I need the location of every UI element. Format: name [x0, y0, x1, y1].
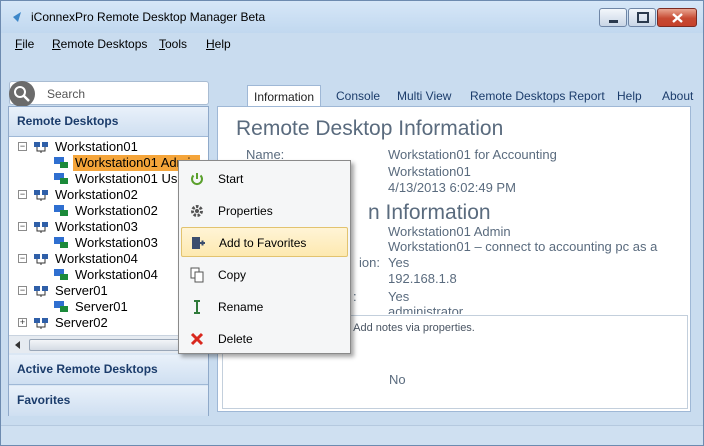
network-group-icon	[34, 286, 48, 297]
tab-multi-view[interactable]: Multi View	[391, 85, 457, 107]
context-menu-start[interactable]: Start	[181, 164, 348, 194]
context-menu-delete[interactable]: Delete	[181, 324, 348, 354]
field3-label: ion:	[359, 255, 380, 270]
collapse-icon[interactable]: −	[18, 190, 27, 199]
ip-address-value: 192.168.1.8	[388, 271, 457, 286]
copy-icon	[190, 267, 204, 283]
network-group-icon	[34, 254, 48, 265]
remote-desktops-header[interactable]: Remote Desktops	[9, 107, 208, 137]
collapse-icon[interactable]: −	[18, 286, 27, 295]
tree-node[interactable]: − Workstation01	[9, 139, 208, 155]
tab-remote-desktops-report[interactable]: Remote Desktops Report	[464, 85, 611, 107]
gear-icon	[191, 205, 203, 217]
network-group-icon	[34, 142, 48, 153]
section-title: Remote Desktop Information	[236, 117, 504, 140]
tab-help[interactable]: Help	[611, 85, 648, 107]
connection-description-value: Workstation01 – connect to accounting pc…	[388, 239, 658, 254]
active-remote-desktops-header[interactable]: Active Remote Desktops	[9, 355, 208, 385]
collapse-icon[interactable]: −	[18, 222, 27, 231]
username-value: administrator	[388, 304, 464, 314]
expand-icon[interactable]: +	[18, 318, 27, 327]
field3-value: Yes	[388, 255, 410, 270]
remote-desktop-icon	[54, 205, 68, 216]
notes-text: tes. Add notes via properties.	[333, 322, 475, 334]
power-icon	[191, 173, 203, 185]
remote-desktop-icon	[54, 157, 68, 168]
scroll-left-icon[interactable]	[15, 341, 20, 349]
maximize-button[interactable]	[628, 8, 656, 27]
tab-console[interactable]: Console	[330, 85, 386, 107]
network-group-icon	[34, 190, 48, 201]
context-menu: Start Properties Add to Favorites Copy R…	[178, 160, 351, 354]
menu-bar: File Remote Desktops Tools Help	[1, 33, 703, 55]
title-bar: iConnexPro Remote Desktop Manager Beta	[1, 1, 703, 33]
connection-name-value: Workstation01 Admin	[388, 224, 511, 239]
date-value: 4/13/2013 6:02:49 PM	[388, 180, 516, 195]
remote-desktop-icon	[54, 237, 68, 248]
maximize-icon	[637, 12, 649, 23]
menu-file[interactable]: File	[15, 37, 34, 51]
minimize-button[interactable]	[599, 8, 627, 27]
context-menu-properties[interactable]: Properties	[181, 196, 348, 226]
section2-title: n Information	[368, 201, 491, 224]
rename-icon	[194, 300, 200, 314]
tab-information[interactable]: Information	[247, 85, 322, 107]
remote-desktop-icon	[54, 173, 68, 184]
collapse-icon[interactable]: −	[18, 142, 27, 151]
close-icon	[672, 13, 683, 23]
field5-value: Yes	[388, 289, 410, 304]
search-input[interactable]	[45, 85, 205, 103]
field5-label: :	[353, 289, 357, 304]
app-window: iConnexPro Remote Desktop Manager Beta F…	[0, 0, 704, 446]
network-group-icon	[34, 222, 48, 233]
minimize-icon	[609, 20, 618, 23]
collapse-icon[interactable]: −	[18, 254, 27, 263]
host-value: Workstation01	[388, 164, 471, 179]
window-title: iConnexPro Remote Desktop Manager Beta	[31, 10, 266, 24]
network-group-icon	[34, 318, 48, 329]
favorites-icon	[192, 237, 205, 249]
remote-desktop-icon	[54, 269, 68, 280]
tab-about[interactable]: About	[656, 85, 699, 107]
status-bar	[1, 425, 703, 445]
close-button[interactable]	[657, 8, 697, 27]
favorites-header[interactable]: Favorites	[9, 386, 208, 416]
search-icon[interactable]	[9, 81, 35, 107]
app-logo-icon	[13, 12, 21, 22]
name-value: Workstation01 for Accounting	[388, 147, 557, 162]
context-menu-rename[interactable]: Rename	[181, 292, 348, 322]
delete-icon	[190, 332, 204, 346]
no-value: No	[389, 372, 406, 387]
scrollbar-thumb[interactable]	[29, 339, 199, 351]
menu-remote-desktops[interactable]: Remote Desktops	[52, 37, 147, 51]
context-menu-copy[interactable]: Copy	[181, 260, 348, 290]
context-menu-add-to-favorites[interactable]: Add to Favorites	[181, 227, 348, 257]
menu-help[interactable]: Help	[206, 37, 231, 51]
menu-tools[interactable]: Tools	[159, 37, 187, 51]
remote-desktop-icon	[54, 301, 68, 312]
